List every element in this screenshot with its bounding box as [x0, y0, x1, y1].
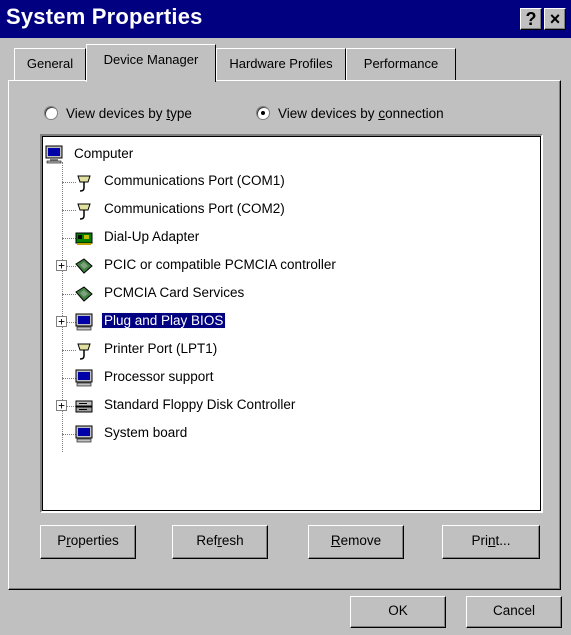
- tree-item-system-board[interactable]: System board: [42, 420, 541, 448]
- tab-general[interactable]: General: [14, 48, 86, 80]
- tab-hardware-profiles[interactable]: Hardware Profiles: [216, 48, 346, 80]
- tree-item-label: System board: [104, 425, 188, 440]
- port-icon: [77, 343, 91, 360]
- tree-item-label: PCIC or compatible PCMCIA controller: [104, 257, 336, 272]
- tree-item-pcic-controller[interactable]: + PCIC or compatible PCMCIA controller: [42, 252, 541, 280]
- tab-device-manager[interactable]: Device Manager: [86, 44, 216, 82]
- tree-item-processor-support[interactable]: Processor support: [42, 364, 541, 392]
- system-properties-window: System Properties ? × General Device Man…: [0, 0, 571, 635]
- computer-icon: [45, 145, 63, 164]
- tree-item-com2[interactable]: Communications Port (COM2): [42, 196, 541, 224]
- view-by-type-radio[interactable]: View devices by type: [44, 104, 192, 124]
- tree-item-label: Standard Floppy Disk Controller: [104, 397, 296, 412]
- expand-icon[interactable]: +: [56, 400, 67, 411]
- tree-item-plug-and-play-bios[interactable]: + Plug and Play BIOS: [42, 308, 541, 336]
- remove-button[interactable]: Remove: [308, 525, 404, 559]
- title-bar[interactable]: System Properties ? ×: [0, 0, 571, 38]
- tree-item-label: Communications Port (COM2): [104, 201, 285, 216]
- tree-item-label: PCMCIA Card Services: [104, 285, 245, 300]
- port-icon: [77, 203, 91, 220]
- close-button[interactable]: ×: [544, 8, 566, 30]
- ok-button[interactable]: OK: [350, 596, 446, 628]
- tree-item-floppy-controller[interactable]: + Standard Floppy Disk Controller: [42, 392, 541, 420]
- tree-item-label: Processor support: [104, 369, 214, 384]
- help-button[interactable]: ?: [520, 8, 542, 30]
- refresh-button[interactable]: Refresh: [172, 525, 268, 559]
- tree-item-label: Dial-Up Adapter: [104, 229, 200, 244]
- expand-icon[interactable]: +: [56, 316, 67, 327]
- network-adapter-icon: [75, 232, 93, 245]
- monitor-icon: [75, 313, 93, 331]
- pcmcia-icon: [75, 258, 93, 274]
- device-tree[interactable]: Computer Communications Port (COM1) Comm…: [40, 134, 543, 513]
- tree-item-label: Communications Port (COM1): [104, 173, 285, 188]
- port-icon: [77, 175, 91, 192]
- device-tree-frame: Computer Communications Port (COM1) Comm…: [42, 136, 541, 511]
- expand-icon[interactable]: +: [56, 260, 67, 271]
- window-title: System Properties: [6, 4, 203, 29]
- tree-item-label: Computer: [74, 146, 134, 161]
- tree-item-label-selected: Plug and Play BIOS: [100, 312, 227, 329]
- tab-performance[interactable]: Performance: [346, 48, 456, 80]
- properties-button[interactable]: Properties: [40, 525, 136, 559]
- radio-button-icon[interactable]: [44, 106, 58, 120]
- view-by-type-label: View devices by type: [66, 106, 192, 121]
- monitor-icon: [75, 369, 93, 387]
- view-by-connection-label: View devices by connection: [278, 106, 444, 121]
- tree-item-pcmcia-card-services[interactable]: PCMCIA Card Services: [42, 280, 541, 308]
- pcmcia-icon: [75, 286, 93, 302]
- radio-button-selected-icon[interactable]: [256, 106, 270, 120]
- monitor-icon: [75, 425, 93, 443]
- tree-item-printer-port[interactable]: Printer Port (LPT1): [42, 336, 541, 364]
- cancel-button[interactable]: Cancel: [466, 596, 562, 628]
- print-button[interactable]: Print...: [442, 525, 540, 559]
- view-by-connection-radio[interactable]: View devices by connection: [256, 104, 444, 124]
- tree-item-com1[interactable]: Communications Port (COM1): [42, 168, 541, 196]
- floppy-controller-icon: [75, 400, 93, 413]
- tree-item-label: Printer Port (LPT1): [104, 341, 218, 356]
- tree-item-dialup-adapter[interactable]: Dial-Up Adapter: [42, 224, 541, 252]
- tree-item-computer[interactable]: Computer: [42, 140, 541, 168]
